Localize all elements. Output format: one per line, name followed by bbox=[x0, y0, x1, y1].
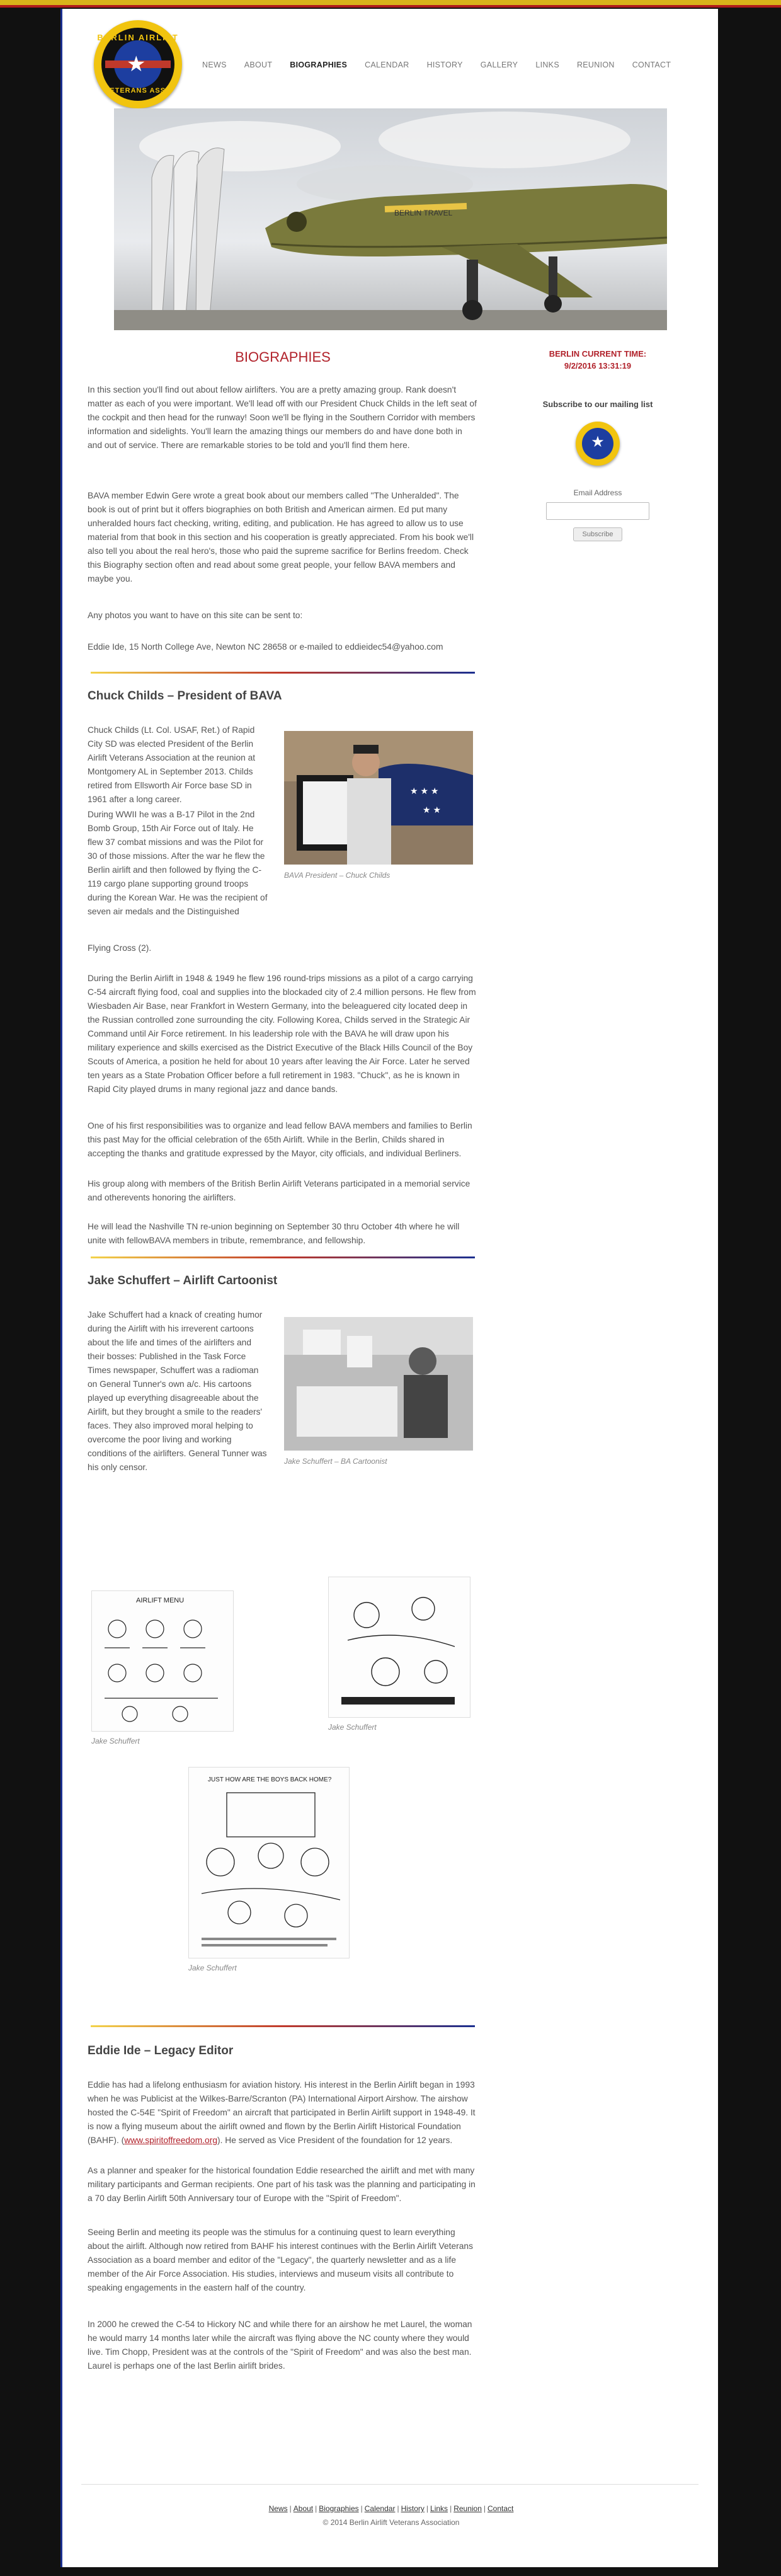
cartoon-2-caption: Jake Schuffert bbox=[328, 1723, 377, 1732]
site-logo[interactable]: ★ BERLIN AIRLIFT VETERANS ASSN bbox=[94, 20, 182, 108]
cartoon-image-3: JUST HOW ARE THE BOYS BACK HOME? bbox=[188, 1767, 350, 1958]
plane-lettering: BERLIN TRAVEL bbox=[394, 209, 453, 217]
chuck-paragraph-2: During WWII he was a B-17 Pilot in the 2… bbox=[88, 810, 268, 916]
chuck-photo-caption: BAVA President – Chuck Childs bbox=[284, 871, 390, 880]
footer-divider bbox=[81, 2484, 698, 2485]
eddie-paragraph-3: Seeing Berlin and meeting its people was… bbox=[88, 2228, 473, 2292]
chuck-paragraph-6: He will lead the Nashville TN re-union b… bbox=[88, 1222, 460, 1245]
nav-gallery[interactable]: GALLERY bbox=[481, 60, 518, 69]
spirit-of-freedom-link[interactable]: www.spiritoffreedom.org bbox=[124, 2136, 217, 2145]
cartoon-1-caption: Jake Schuffert bbox=[91, 1737, 140, 1745]
footer-link-biographies[interactable]: Biographies bbox=[319, 2504, 358, 2513]
section-divider bbox=[91, 1256, 475, 1258]
email-label: Email Address bbox=[573, 488, 622, 497]
subscribe-button[interactable]: Subscribe bbox=[573, 527, 623, 541]
jake-heading: Jake Schuffert – Airlift Cartoonist bbox=[88, 1274, 278, 1287]
footer-link-contact[interactable]: Contact bbox=[487, 2504, 513, 2513]
cartoon-3-title: JUST HOW ARE THE BOYS BACK HOME? bbox=[208, 1776, 332, 1783]
chuck-paragraph-2b: Flying Cross (2). bbox=[88, 943, 152, 953]
footer-link-about[interactable]: About bbox=[294, 2504, 313, 2513]
jake-paragraph-1: Jake Schuffert had a knack of creating h… bbox=[88, 1310, 267, 1472]
top-accent-bar bbox=[0, 0, 781, 5]
cartoon-image-1: AIRLIFT MENU bbox=[91, 1590, 234, 1732]
footer-separator: | bbox=[483, 2504, 486, 2513]
nav-links[interactable]: LINKS bbox=[535, 60, 559, 69]
nav-biographies[interactable]: BIOGRAPHIES bbox=[290, 60, 347, 69]
intro-paragraph-4: Eddie Ide, 15 North College Ave, Newton … bbox=[88, 642, 443, 652]
chuck-childs-photo: ★ ★ ★ ★ ★ bbox=[284, 731, 473, 865]
nav-contact[interactable]: CONTACT bbox=[632, 60, 671, 69]
jake-schuffert-photo bbox=[284, 1317, 473, 1451]
star-icon: ★ bbox=[127, 52, 146, 76]
nav-reunion[interactable]: REUNION bbox=[577, 60, 615, 69]
nav-news[interactable]: NEWS bbox=[202, 60, 227, 69]
berlin-time-value: 9/2/2016 13:31:19 bbox=[564, 361, 632, 371]
chuck-paragraph-5: His group along with members of the Brit… bbox=[88, 1179, 470, 1202]
intro-paragraph-2: BAVA member Edwin Gere wrote a great boo… bbox=[88, 491, 474, 584]
copyright: © 2014 Berlin Airlift Veterans Associati… bbox=[322, 2518, 460, 2527]
footer-nav: News | About | Biographies | Calendar | History |… bbox=[62, 2504, 720, 2513]
chuck-paragraph-4: One of his first responsibilities was to… bbox=[88, 1121, 472, 1158]
main-nav: NEWS ABOUT BIOGRAPHIES CALENDAR HISTORY … bbox=[202, 60, 688, 69]
eddie-p1-text-end: ). He served as Vice President of the fo… bbox=[217, 2136, 453, 2145]
section-divider bbox=[91, 2025, 475, 2027]
chuck-paragraph-3: During the Berlin Airlift in 1948 & 1949… bbox=[88, 974, 476, 1094]
top-accent-bar-red bbox=[0, 5, 781, 8]
page-title: BIOGRAPHIES bbox=[235, 349, 331, 365]
footer-link-links[interactable]: Links bbox=[430, 2504, 448, 2513]
mailing-list-logo: ★ bbox=[576, 422, 620, 466]
hero-image: BERLIN TRAVEL bbox=[114, 108, 667, 330]
intro-paragraph-1: In this section you'll find out about fe… bbox=[88, 385, 477, 450]
logo-text-top: BERLIN AIRLIFT bbox=[97, 33, 179, 42]
eddie-paragraph-2: As a planner and speaker for the histori… bbox=[88, 2166, 476, 2203]
nav-history[interactable]: HISTORY bbox=[427, 60, 463, 69]
section-divider bbox=[91, 672, 475, 674]
jake-photo-caption: Jake Schuffert – BA Cartoonist bbox=[284, 1457, 387, 1466]
chuck-paragraph-1: Chuck Childs (Lt. Col. USAF, Ret.) of Ra… bbox=[88, 725, 256, 804]
footer-separator: | bbox=[289, 2504, 292, 2513]
footer-link-news[interactable]: News bbox=[269, 2504, 288, 2513]
cartoon-image-2 bbox=[328, 1577, 470, 1718]
star-icon: ★ bbox=[591, 434, 605, 451]
eddie-paragraph-1: Eddie has had a lifelong enthusiasm for … bbox=[88, 2078, 478, 2148]
footer-separator: | bbox=[315, 2504, 317, 2513]
intro-paragraph-3: Any photos you want to have on this site… bbox=[88, 611, 303, 620]
svg-text:★ ★ ★: ★ ★ ★ bbox=[410, 786, 438, 796]
berlin-time-label: BERLIN CURRENT TIME: bbox=[549, 349, 647, 359]
eddie-paragraph-4: In 2000 he crewed the C-54 to Hickory NC… bbox=[88, 2320, 472, 2371]
sidebar: BERLIN CURRENT TIME: 9/2/2016 13:31:19 S… bbox=[516, 349, 680, 541]
footer-separator: | bbox=[397, 2504, 399, 2513]
nav-calendar[interactable]: CALENDAR bbox=[365, 60, 409, 69]
eddie-heading: Eddie Ide – Legacy Editor bbox=[88, 2044, 234, 2057]
cartoon-3-caption: Jake Schuffert bbox=[188, 1964, 237, 1972]
logo-text-bottom: VETERANS ASSN bbox=[104, 87, 172, 95]
email-field[interactable] bbox=[546, 502, 649, 520]
footer-separator: | bbox=[360, 2504, 363, 2513]
svg-text:★ ★: ★ ★ bbox=[423, 805, 441, 815]
chuck-heading: Chuck Childs – President of BAVA bbox=[88, 689, 282, 703]
footer-link-reunion[interactable]: Reunion bbox=[453, 2504, 482, 2513]
page-container: ★ BERLIN AIRLIFT VETERANS ASSN NEWS ABOU… bbox=[60, 9, 718, 2567]
footer-link-history[interactable]: History bbox=[401, 2504, 425, 2513]
mailing-list-heading: Subscribe to our mailing list bbox=[542, 400, 653, 409]
footer-link-calendar[interactable]: Calendar bbox=[365, 2504, 396, 2513]
footer-separator: | bbox=[450, 2504, 452, 2513]
footer-separator: | bbox=[426, 2504, 429, 2513]
nav-about[interactable]: ABOUT bbox=[244, 60, 273, 69]
cartoon-1-title: AIRLIFT MENU bbox=[136, 1597, 184, 1604]
